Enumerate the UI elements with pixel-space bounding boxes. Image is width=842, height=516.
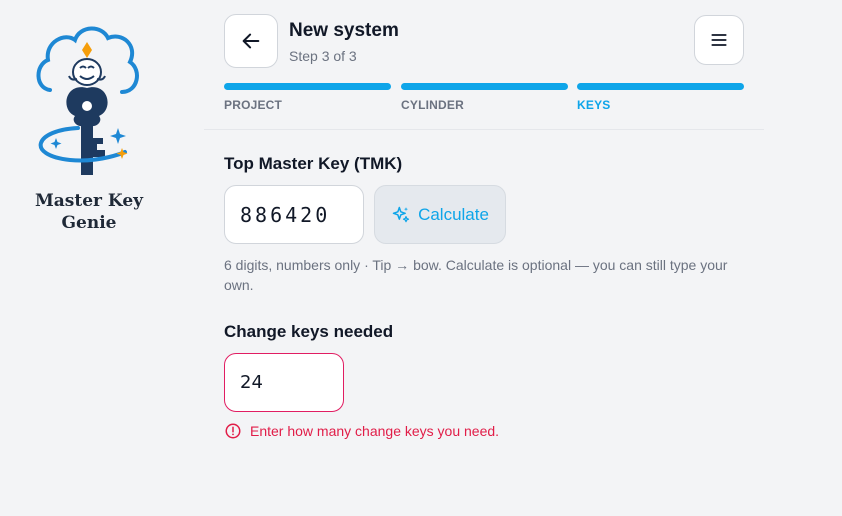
progress-steps: PROJECT CYLINDER KEYS: [224, 83, 744, 113]
arrow-left-icon: [242, 33, 260, 49]
calculate-label: Calculate: [418, 204, 489, 224]
change-keys-input[interactable]: 24: [224, 353, 344, 412]
menu-button[interactable]: [694, 15, 744, 65]
sidebar: Master Key Genie: [0, 0, 205, 516]
step-label: PROJECT: [224, 98, 283, 112]
header: New system Step 3 of 3: [224, 13, 744, 69]
brand-name: Master Key Genie: [20, 190, 158, 234]
genie-key-logo-icon: [30, 20, 145, 185]
step-indicator: Step 3 of 3: [289, 48, 357, 64]
back-button[interactable]: [224, 14, 278, 68]
divider: [204, 129, 764, 130]
error-message: Enter how many change keys you need.: [250, 423, 500, 439]
change-keys-input-value: 24: [240, 372, 263, 393]
calculate-button[interactable]: Calculate: [374, 185, 506, 244]
tmk-input[interactable]: 886420: [224, 185, 364, 244]
hamburger-menu-icon: [711, 34, 727, 46]
change-keys-error: Enter how many change keys you need.: [224, 422, 499, 440]
step-bar: [577, 83, 744, 90]
tmk-label: Top Master Key (TMK): [224, 154, 403, 173]
brand-name-line2: Genie: [61, 213, 117, 233]
tmk-input-value: 886420: [240, 202, 331, 227]
step-cylinder[interactable]: CYLINDER: [401, 83, 568, 112]
brand-name-line1: Master Key: [34, 191, 144, 211]
step-keys[interactable]: KEYS: [577, 83, 744, 112]
step-bar: [401, 83, 568, 90]
step-bar: [224, 83, 391, 90]
step-label: KEYS: [577, 98, 611, 112]
step-project[interactable]: PROJECT: [224, 83, 391, 112]
alert-circle-icon: [225, 423, 241, 439]
change-keys-label: Change keys needed: [224, 322, 394, 341]
tmk-hint: 6 digits, numbers only · Tip → bow. Calc…: [224, 257, 728, 293]
sparkles-icon: [392, 206, 410, 222]
page-title: New system: [289, 20, 399, 41]
step-label: CYLINDER: [401, 98, 464, 112]
